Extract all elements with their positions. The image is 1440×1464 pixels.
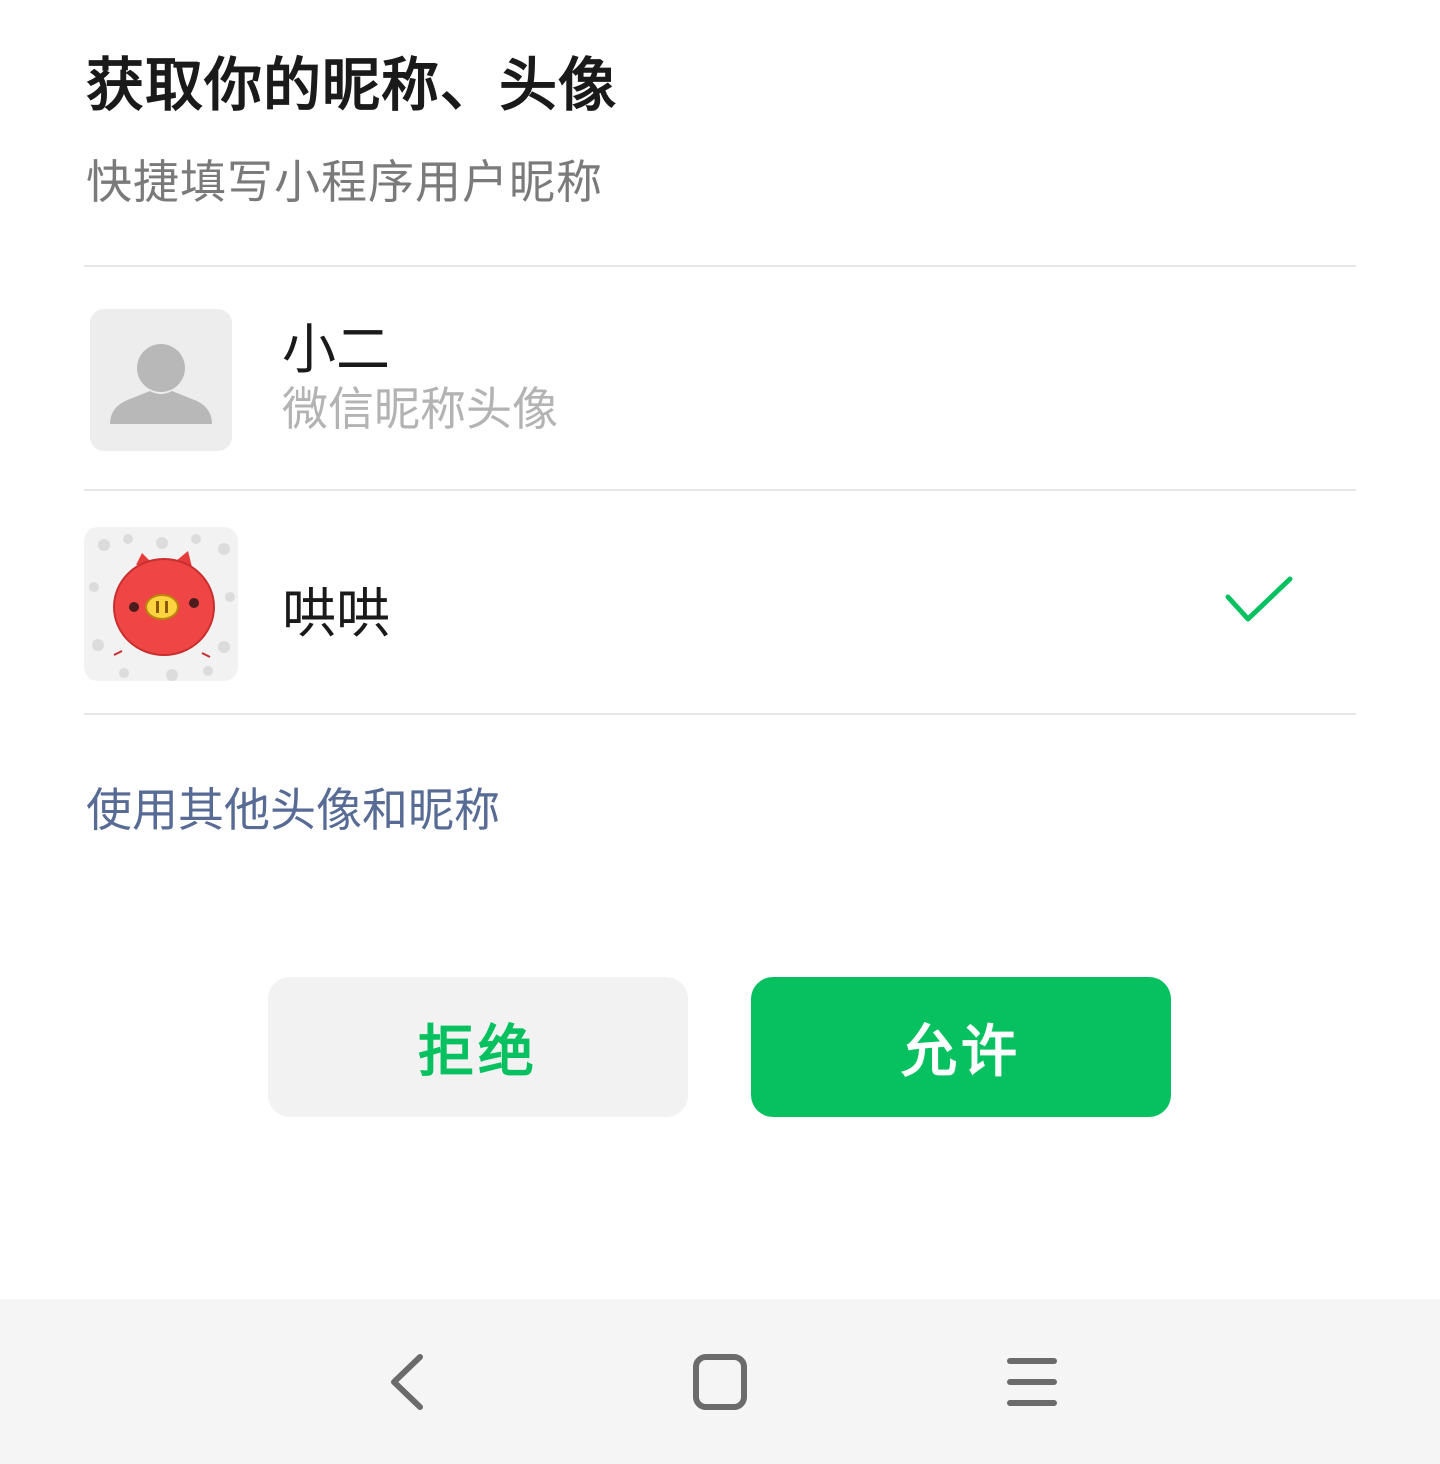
- authorization-dialog: 获取你的昵称、头像 快捷填写小程序用户昵称 小二 微信昵称头像 哄哄 使用其他头…: [0, 0, 1440, 1464]
- divider: [84, 713, 1356, 715]
- dialog-subtitle: 快捷填写小程序用户昵称: [86, 155, 603, 209]
- use-other-avatar-link[interactable]: 使用其他头像和昵称: [86, 774, 500, 840]
- menu-icon[interactable]: [992, 1347, 1072, 1417]
- reject-button[interactable]: 拒绝: [268, 977, 688, 1117]
- default-user-avatar-icon: [90, 309, 232, 451]
- home-icon[interactable]: [680, 1347, 760, 1417]
- option-description: 微信昵称头像: [282, 382, 558, 436]
- option-name: 哄哄: [282, 582, 390, 645]
- check-icon: [1224, 575, 1294, 627]
- system-navigation-bar: [0, 1299, 1440, 1464]
- red-pig-avatar-icon: [84, 527, 238, 681]
- option-wechat-profile[interactable]: 小二 微信昵称头像: [84, 267, 1356, 489]
- dialog-title: 获取你的昵称、头像: [86, 51, 618, 119]
- option-custom-profile[interactable]: 哄哄: [84, 491, 1356, 713]
- back-icon[interactable]: [368, 1347, 448, 1417]
- allow-button[interactable]: 允许: [751, 977, 1171, 1117]
